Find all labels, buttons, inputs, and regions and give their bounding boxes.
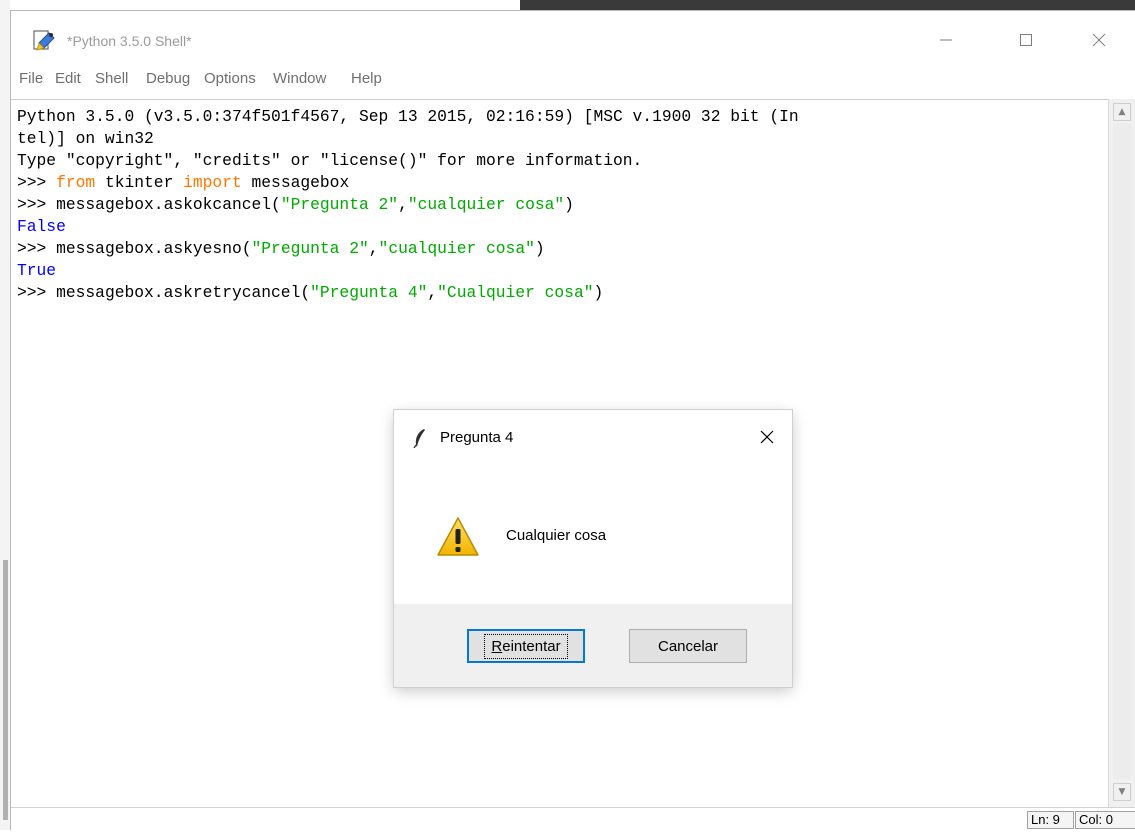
string-literal: "Pregunta 2" — [251, 239, 369, 258]
string-literal: "cualquier cosa" — [378, 239, 535, 258]
vertical-scrollbar[interactable]: ▲ ▼ — [1108, 99, 1135, 807]
shell-line-5: >>> messagebox.askokcancel("Pregunta 2",… — [17, 195, 574, 215]
dialog-button-area: Reintentar Cancelar — [394, 604, 792, 687]
line-indicator: Ln: 9 — [1027, 811, 1074, 829]
close-icon — [1092, 33, 1106, 47]
maximize-button[interactable] — [1006, 25, 1046, 55]
code-text: ) — [534, 239, 545, 258]
dialog-close-icon[interactable] — [754, 424, 780, 450]
shell-line-9: >>> messagebox.askretrycancel("Pregunta … — [17, 283, 603, 303]
warning-icon — [437, 517, 479, 556]
code-text: , — [398, 195, 408, 214]
scroll-track[interactable] — [1113, 123, 1131, 779]
menu-file[interactable]: File — [19, 70, 43, 87]
minimize-button[interactable] — [926, 25, 966, 55]
background-strip-left — [0, 0, 10, 830]
code-text: ) — [593, 283, 604, 302]
shell-output-6: False — [17, 217, 66, 236]
retry-label-rest: eintentar — [502, 637, 561, 655]
window-title: *Python 3.5.0 Shell* — [67, 33, 192, 49]
close-button[interactable] — [1079, 25, 1119, 55]
shell-output-8: True — [17, 261, 57, 280]
scroll-down-button[interactable]: ▼ — [1113, 783, 1131, 801]
keyword: import — [183, 173, 242, 192]
code-text: messagebox.askokcancel( — [56, 195, 281, 214]
retry-button[interactable]: Reintentar — [467, 629, 585, 663]
shell-line-2: tel)] on win32 — [17, 129, 154, 148]
code-text: messagebox.askretrycancel( — [56, 283, 311, 302]
retry-cancel-dialog: Pregunta 4 Cualquier cosa Reintentar Can… — [394, 410, 792, 687]
menu-debug[interactable]: Debug — [146, 70, 190, 87]
column-indicator: Col: 0 — [1075, 811, 1135, 829]
status-bar: Ln: 9 Col: 0 — [11, 807, 1135, 832]
string-literal: "Pregunta 4" — [310, 283, 428, 302]
retry-label: Reintentar — [484, 633, 568, 659]
cancel-button[interactable]: Cancelar — [629, 629, 747, 663]
prompt: >>> — [17, 239, 57, 258]
scroll-up-button[interactable]: ▲ — [1113, 103, 1131, 121]
shell-line-1: Python 3.5.0 (v3.5.0:374f501f4567, Sep 1… — [17, 107, 799, 126]
retry-accelerator: R — [491, 637, 503, 655]
menu-bar: File Edit Shell Debug Options Window Hel… — [11, 67, 1135, 93]
menu-help[interactable]: Help — [351, 70, 382, 87]
menu-shell[interactable]: Shell — [95, 70, 128, 87]
prompt: >>> — [17, 173, 57, 192]
menu-window[interactable]: Window — [273, 70, 326, 87]
string-literal: "Pregunta 2" — [280, 195, 399, 214]
menu-options[interactable]: Options — [204, 70, 256, 87]
code-text: , — [368, 239, 379, 258]
background-strip — [520, 0, 1135, 10]
code-text: tkinter — [95, 173, 184, 192]
prompt: >>> — [17, 195, 57, 214]
feather-icon — [413, 429, 425, 448]
arrow-down-icon: ▼ — [1118, 787, 1126, 797]
code-text: , — [427, 283, 438, 302]
string-literal: "Cualquier cosa" — [437, 283, 594, 302]
keyword: from — [56, 173, 96, 192]
code-text: ) — [564, 195, 574, 214]
code-text: messagebox — [241, 173, 350, 192]
shell-line-7: >>> messagebox.askyesno("Pregunta 2","cu… — [17, 239, 545, 259]
menu-edit[interactable]: Edit — [55, 70, 81, 87]
shell-line-4: >>> from tkinter import messagebox — [17, 173, 349, 193]
prompt: >>> — [17, 283, 57, 302]
string-literal: "cualquier cosa" — [407, 195, 565, 214]
background-shade — [3, 560, 8, 820]
code-text: messagebox.askyesno( — [56, 239, 252, 258]
minimize-icon — [940, 39, 952, 41]
title-bar[interactable]: *Python 3.5.0 Shell* — [11, 11, 1135, 63]
arrow-up-icon: ▲ — [1118, 107, 1126, 117]
dialog-message: Cualquier cosa — [506, 527, 607, 544]
shell-line-3: Type "copyright", "credits" or "license(… — [17, 151, 643, 170]
dialog-title: Pregunta 4 — [440, 429, 514, 446]
idle-icon — [33, 30, 55, 51]
maximize-icon — [1020, 34, 1032, 46]
